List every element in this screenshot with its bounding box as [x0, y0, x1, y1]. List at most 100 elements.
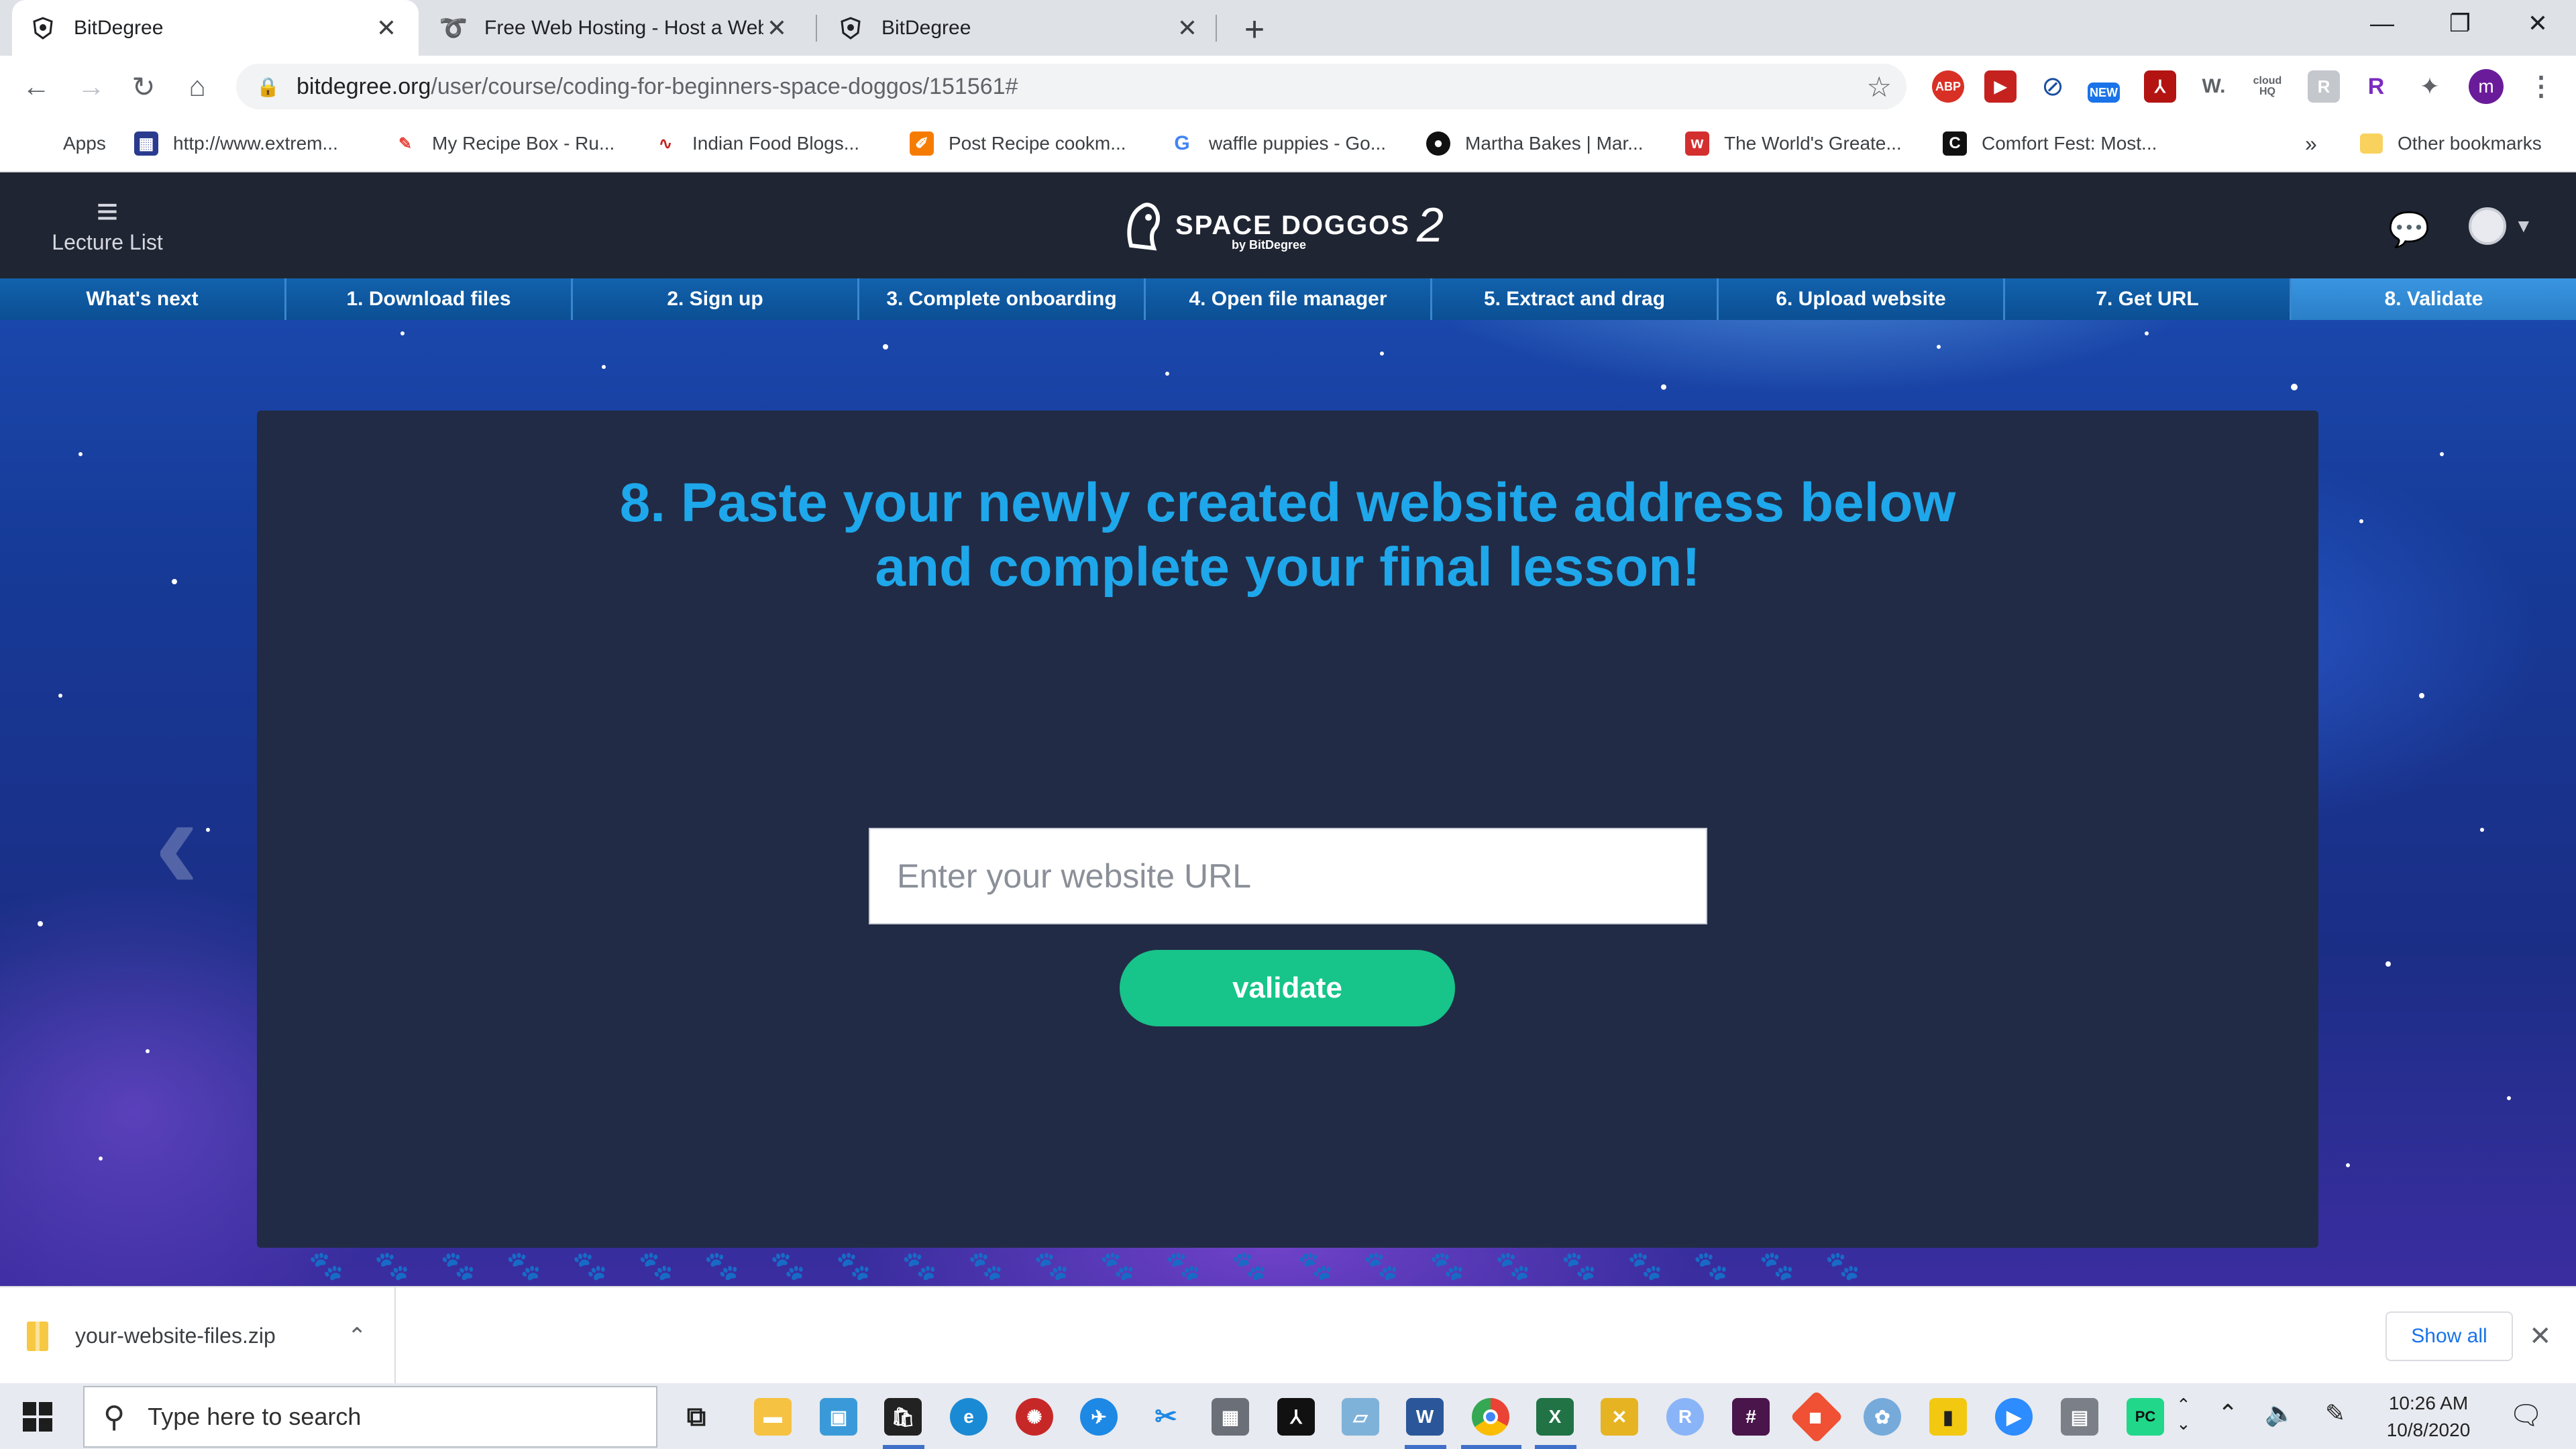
bitdegree-shield-icon	[31, 16, 55, 40]
bookmark-recipe-box[interactable]: ✎ My Recipe Box - Ru...	[393, 128, 614, 159]
taskbar-clock[interactable]: 10:26 AM 10/8/2020	[2361, 1390, 2496, 1444]
volume-icon[interactable]: 🔈	[2265, 1399, 2295, 1428]
pycharm-icon[interactable]: PC	[2127, 1398, 2164, 1436]
chevron-up-icon[interactable]: ⌃	[347, 1323, 367, 1350]
grid-favicon-icon: ▦	[134, 131, 158, 156]
new-tab-button[interactable]: +	[1236, 12, 1273, 50]
bookmark-indian-food[interactable]: ∿ Indian Food Blogs...	[653, 128, 859, 159]
lock-icon[interactable]: 🔒	[256, 76, 280, 98]
bookmark-worlds-greatest[interactable]: w The World's Greate...	[1685, 128, 1902, 159]
calculator-icon[interactable]: ▦	[1212, 1398, 1249, 1436]
rstudio-icon[interactable]: ✿	[1864, 1398, 1901, 1436]
profile-avatar[interactable]: m	[2469, 69, 2504, 104]
w-icon[interactable]: W.	[2198, 70, 2230, 103]
task-view-icon[interactable]: ⧉	[678, 1398, 715, 1436]
other-bookmarks[interactable]: Other bookmarks	[2360, 128, 2542, 159]
forward-button[interactable]: →	[70, 65, 113, 108]
hosting-swirl-icon: ➰	[439, 15, 468, 41]
tools-icon[interactable]: ✕	[1601, 1398, 1638, 1436]
chevron-down-icon[interactable]: ▼	[2514, 215, 2533, 237]
close-tab-icon[interactable]: ✕	[373, 14, 400, 42]
excel-icon[interactable]: X	[1536, 1398, 1574, 1436]
page-content: ≡ Lecture List SPACE DOGGOS 2 by BitDegr…	[0, 172, 2576, 1286]
slack-icon[interactable]: #	[1732, 1398, 1770, 1436]
show-all-button[interactable]: Show all	[2385, 1311, 2513, 1361]
previous-arrow-icon[interactable]: ‹	[154, 776, 199, 910]
step-complete-onboarding[interactable]: 3. Complete onboarding	[859, 278, 1146, 320]
close-tab-icon[interactable]: ✕	[1174, 14, 1201, 42]
puzzle-icon[interactable]: ✦	[2414, 70, 2446, 103]
bookmarks-overflow[interactable]: »	[2305, 128, 2317, 159]
home-button[interactable]: ⌂	[176, 65, 219, 108]
block-icon[interactable]: ⊘	[2037, 70, 2069, 103]
back-button[interactable]: ←	[15, 65, 58, 108]
bookmark-waffle-puppies[interactable]: G waffle puppies - Go...	[1170, 128, 1386, 159]
photos-icon[interactable]: ▣	[820, 1398, 857, 1436]
powerbi-icon[interactable]: ▮	[1929, 1398, 1967, 1436]
chrome-icon[interactable]	[1472, 1398, 1509, 1436]
download-item[interactable]: your-website-files.zip ⌃	[27, 1287, 396, 1385]
tray-overflow-chevron-icon[interactable]: ⌃	[2218, 1399, 2238, 1428]
step-upload-website[interactable]: 6. Upload website	[1719, 278, 2005, 320]
bookmark-post-recipe[interactable]: ✐ Post Recipe cookm...	[910, 128, 1126, 159]
clock-time: 10:26 AM	[2388, 1393, 2469, 1413]
bookmark-star-icon[interactable]: ☆	[1866, 70, 1892, 103]
cloudhq-icon[interactable]: cloud HQ	[2251, 70, 2284, 103]
validate-button[interactable]: validate	[1120, 950, 1455, 1026]
close-tab-icon[interactable]: ✕	[763, 14, 790, 42]
tab-bitdegree[interactable]: BitDegree ✕	[820, 0, 1220, 56]
word-icon[interactable]: W	[1406, 1398, 1444, 1436]
step-download-files[interactable]: 1. Download files	[286, 278, 573, 320]
address-bar[interactable]: 🔒 bitdegree.org/user/course/coding-for-b…	[236, 64, 1907, 109]
r-purple-icon[interactable]: R	[2360, 70, 2392, 103]
close-downloads-icon[interactable]: ✕	[2529, 1321, 2552, 1352]
zoom-icon[interactable]: ▶	[1995, 1398, 2033, 1436]
close-window-button[interactable]: ✕	[2501, 0, 2575, 47]
windows-start-icon[interactable]	[16, 1395, 59, 1438]
r-icon[interactable]: R	[1666, 1398, 1704, 1436]
tab-free-web-hosting[interactable]: ➰ Free Web Hosting - Host a Website ✕	[423, 0, 809, 56]
bookmark-extrem[interactable]: ▦ http://www.extrem...	[134, 128, 338, 159]
r-icon[interactable]: R	[2308, 70, 2340, 103]
step-whats-next[interactable]: What's next	[0, 278, 286, 320]
git-icon[interactable]: ◆	[1790, 1390, 1843, 1444]
bookmark-apps[interactable]: Apps	[24, 128, 106, 159]
bookmark-martha-bakes[interactable]: ● Martha Bakes | Mar...	[1426, 128, 1644, 159]
paw-icon: 🐾	[1232, 1250, 1267, 1281]
acrobat-icon[interactable]: ⅄	[1277, 1398, 1315, 1436]
lecture-list-button[interactable]: ≡ Lecture List	[40, 193, 174, 255]
chat-bubbles-icon[interactable]: 💬	[2388, 210, 2430, 250]
store-icon[interactable]: 🛍	[884, 1398, 922, 1436]
step-get-url[interactable]: 7. Get URL	[2005, 278, 2292, 320]
edge-icon[interactable]: e	[950, 1398, 987, 1436]
file-explorer-icon[interactable]: ▬	[754, 1398, 792, 1436]
space-doggos-logo[interactable]: SPACE DOGGOS 2 by BitDegree	[1124, 195, 1444, 256]
step-sign-up[interactable]: 2. Sign up	[573, 278, 859, 320]
taskbar-search-box[interactable]: ⚲ Type here to search	[83, 1386, 657, 1448]
step-validate[interactable]: 8. Validate	[2292, 278, 2576, 320]
google-g-icon: G	[1174, 132, 1190, 154]
app-red-icon[interactable]: ✺	[1016, 1398, 1053, 1436]
reload-button[interactable]: ↻	[122, 65, 165, 108]
step-extract-and-drag[interactable]: 5. Extract and drag	[1432, 278, 1719, 320]
notepad-icon[interactable]: ▱	[1342, 1398, 1379, 1436]
bookmark-comfort-fest[interactable]: C Comfort Fest: Most...	[1943, 128, 2157, 159]
database-icon[interactable]: ▤	[2061, 1398, 2098, 1436]
pen-icon[interactable]: ✎	[2325, 1399, 2345, 1428]
menu-kebab-icon[interactable]: ⋮	[2525, 70, 2557, 103]
tab-bitdegree-active[interactable]: BitDegree ✕	[12, 0, 419, 56]
website-url-input[interactable]	[869, 828, 1707, 924]
folder-icon	[2360, 133, 2383, 154]
pdf-icon[interactable]: ⅄	[2144, 70, 2176, 103]
notifications-icon[interactable]: 🗨	[2509, 1399, 2543, 1431]
new-badge-icon[interactable]: NEW	[2088, 83, 2120, 103]
snip-icon[interactable]: ✂	[1147, 1398, 1185, 1436]
restore-button[interactable]: ❐	[2423, 0, 2497, 47]
step-open-file-manager[interactable]: 4. Open file manager	[1146, 278, 1432, 320]
app-blue-icon[interactable]: ✈	[1080, 1398, 1118, 1436]
playback-icon[interactable]: ▶	[1984, 70, 2017, 103]
taskbar-scroll-icon[interactable]: ⌃ ⌄	[2176, 1395, 2191, 1433]
user-avatar[interactable]	[2469, 207, 2506, 245]
abp-icon[interactable]: ABP	[1932, 70, 1964, 103]
minimize-button[interactable]: —	[2345, 0, 2419, 47]
